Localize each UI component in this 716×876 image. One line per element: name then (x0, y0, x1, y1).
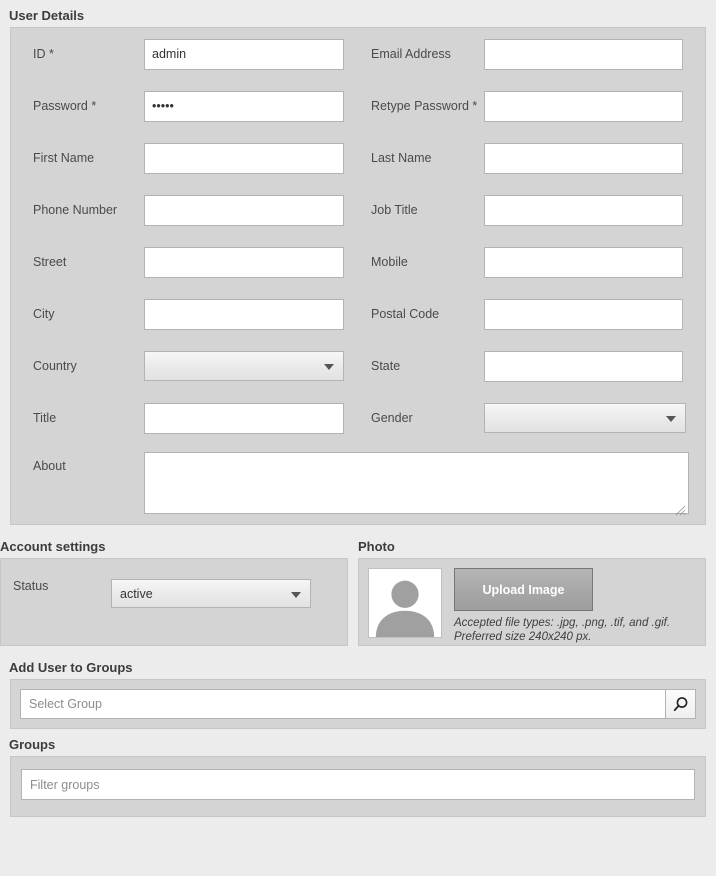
about-textarea[interactable] (144, 452, 689, 514)
form-row: Country State (11, 340, 705, 392)
form-row: City Postal Code (11, 288, 705, 340)
photo-heading: Photo (358, 539, 395, 554)
filter-groups-input[interactable] (21, 769, 695, 800)
form-field: First Name (11, 142, 358, 174)
add-user-to-groups-heading: Add User to Groups (9, 660, 133, 675)
user-details-heading: User Details (9, 8, 85, 23)
select-group-input[interactable] (20, 689, 666, 719)
user-form-page: User Details ID * Email Address Password *… (0, 0, 716, 876)
password-input[interactable] (144, 90, 344, 122)
first-name-input[interactable] (144, 142, 344, 174)
password-label: Password * (33, 99, 97, 113)
form-row: Title Gender (11, 392, 705, 444)
country-label: Country (33, 359, 77, 373)
groups-heading: Groups (9, 737, 56, 752)
form-row: ID * Email Address (11, 28, 705, 80)
photo-section: Photo Upload Image Accepted file types: … (358, 539, 706, 646)
settings-photo-row: Account settings Status active Photo Upl… (0, 539, 716, 646)
last-name-input[interactable] (484, 142, 683, 174)
account-settings-panel: Status active (0, 558, 348, 646)
user-details-panel: ID * Email Address Password * Retype Passwo… (10, 27, 706, 525)
mobile-label: Mobile (371, 255, 408, 269)
email-address-label: Email Address (371, 47, 451, 61)
state-label: State (371, 359, 401, 373)
status-label: Status (13, 579, 49, 593)
form-field: City (11, 298, 358, 330)
form-row: About (11, 444, 705, 524)
form-field: Postal Code (358, 298, 705, 330)
first-name-label: First Name (33, 151, 95, 165)
form-row: Password * Retype Password * (11, 80, 705, 132)
status-select-value: active (120, 586, 153, 601)
street-input[interactable] (144, 246, 344, 278)
form-field: State (358, 350, 705, 382)
form-field: ID * (11, 38, 358, 70)
form-field: Title (11, 402, 358, 434)
avatar (368, 568, 442, 638)
email-address-input[interactable] (484, 38, 683, 70)
form-field: Job Title (358, 194, 705, 226)
groups-panel (10, 756, 706, 817)
street-label: Street (33, 255, 67, 269)
form-field: Gender (358, 403, 705, 433)
about-label: About (33, 459, 66, 473)
postal-code-input[interactable] (484, 298, 683, 330)
retype-password-label: Retype Password * (371, 99, 478, 113)
country-select[interactable] (144, 351, 344, 381)
gender-label: Gender (371, 411, 413, 425)
search-group-button[interactable] (666, 689, 696, 719)
phone-number-label: Phone Number (33, 203, 118, 217)
form-row: First Name Last Name (11, 132, 705, 184)
form-row: Street Mobile (11, 236, 705, 288)
phone-number-input[interactable] (144, 194, 344, 226)
photo-hint-line-2: Preferred size 240x240 px. (454, 631, 592, 643)
about-field-wrapper (144, 452, 689, 519)
form-field: Retype Password * (358, 90, 705, 122)
id-label: ID * (33, 47, 54, 61)
form-field: Country (11, 351, 358, 381)
photo-panel: Upload Image Accepted file types: .jpg, … (358, 558, 706, 646)
postal-code-label: Postal Code (371, 307, 440, 321)
chevron-down-icon (666, 416, 676, 422)
form-field: Phone Number (11, 194, 358, 226)
form-field: Password * (11, 90, 358, 122)
photo-actions: Upload Image Accepted file types: .jpg, … (454, 568, 670, 645)
user-silhouette-icon (375, 580, 435, 637)
photo-hint-line-1: Accepted file types: .jpg, .png, .tif, a… (454, 617, 671, 629)
job-title-input[interactable] (484, 194, 683, 226)
form-field: Mobile (358, 246, 705, 278)
form-field: Last Name (358, 142, 705, 174)
select-group-field-group (20, 689, 696, 719)
gender-select[interactable] (484, 403, 686, 433)
upload-image-button[interactable]: Upload Image (454, 568, 593, 611)
title-input[interactable] (144, 402, 344, 434)
form-field: Email Address (358, 38, 705, 70)
account-settings-section: Account settings Status active (0, 539, 348, 646)
job-title-label: Job Title (371, 203, 418, 217)
retype-password-input[interactable] (484, 90, 683, 122)
photo-hint: Accepted file types: .jpg, .png, .tif, a… (454, 616, 670, 644)
city-input[interactable] (144, 298, 344, 330)
status-select[interactable]: active (111, 579, 311, 608)
form-field: Street (11, 246, 358, 278)
city-label: City (33, 307, 55, 321)
title-label: Title (33, 411, 57, 425)
id-input[interactable] (144, 38, 344, 70)
mobile-input[interactable] (484, 246, 683, 278)
search-icon (673, 696, 688, 711)
chevron-down-icon (291, 591, 301, 598)
chevron-down-icon (324, 364, 334, 370)
state-input[interactable] (484, 350, 683, 382)
account-settings-heading: Account settings (0, 539, 106, 554)
last-name-label: Last Name (371, 151, 432, 165)
add-user-to-groups-panel (10, 679, 706, 729)
form-row: Phone Number Job Title (11, 184, 705, 236)
